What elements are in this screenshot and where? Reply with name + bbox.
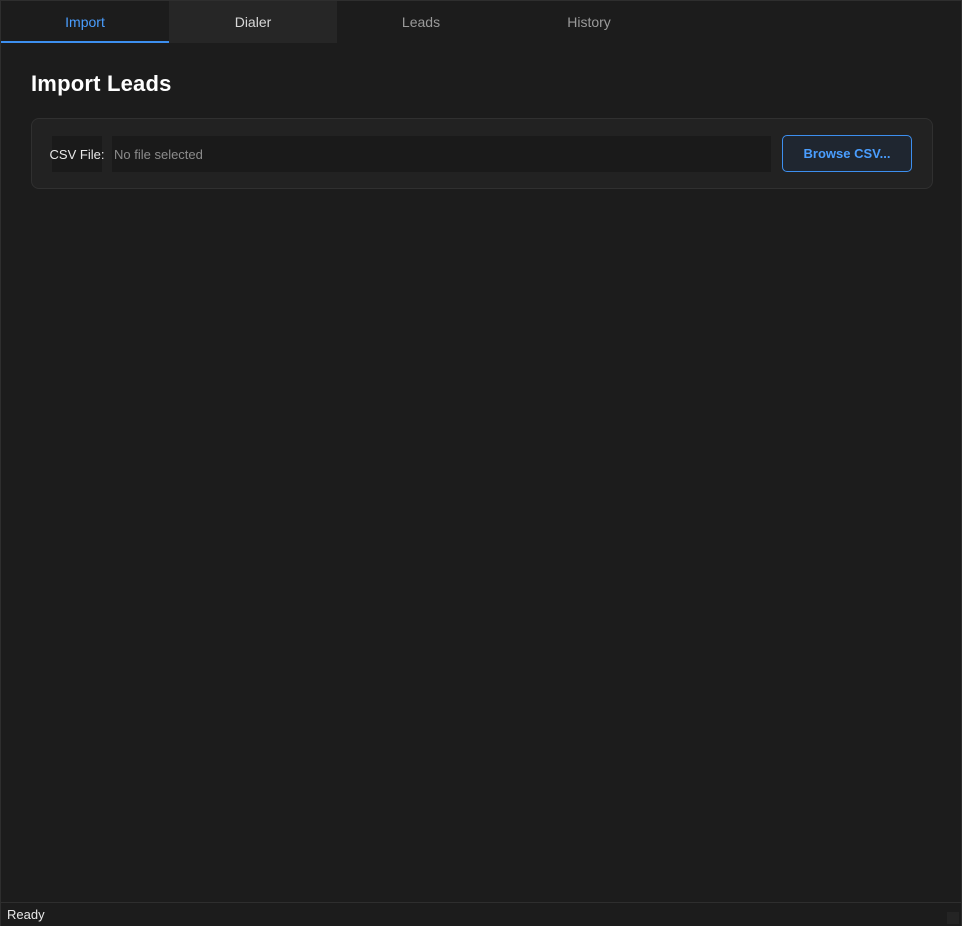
app-window: Import Dialer Leads History Import Leads… bbox=[0, 0, 962, 926]
page-title: Import Leads bbox=[31, 71, 172, 96]
csv-file-path-field[interactable] bbox=[112, 136, 771, 172]
status-text: Ready bbox=[7, 907, 45, 922]
status-bar: Ready bbox=[1, 902, 961, 926]
browse-csv-button[interactable]: Browse CSV... bbox=[782, 135, 912, 172]
csv-file-label: CSV File: bbox=[50, 136, 104, 172]
tab-history[interactable]: History bbox=[505, 1, 673, 43]
tab-bar: Import Dialer Leads History bbox=[1, 1, 961, 43]
tab-leads[interactable]: Leads bbox=[337, 1, 505, 43]
tab-import[interactable]: Import bbox=[1, 1, 169, 43]
tab-dialer[interactable]: Dialer bbox=[169, 1, 337, 43]
csv-file-panel: CSV File: Browse CSV... bbox=[31, 118, 933, 189]
size-grip-icon[interactable] bbox=[947, 912, 959, 924]
